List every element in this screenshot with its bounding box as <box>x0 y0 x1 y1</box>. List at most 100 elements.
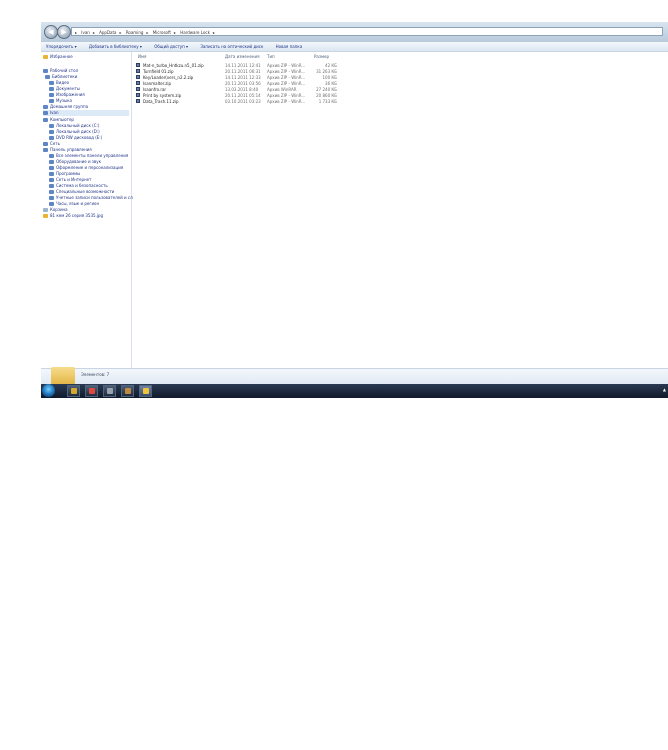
nav-item-label: Библиотеки <box>52 74 78 79</box>
new-folder-button[interactable]: Новая папка <box>276 44 303 49</box>
nav-item-label: Учетные записи пользователей и сл <box>56 195 133 200</box>
nav-item-label: Избранное <box>50 54 73 59</box>
desktop-icon <box>43 69 48 73</box>
archive-icon <box>136 81 140 85</box>
documents-icon <box>49 87 54 91</box>
nav-item-label: Ivan <box>50 110 59 115</box>
nav-item-label: Локальный диск (D:) <box>56 129 100 134</box>
nav-item-label: Все элементы панели управления <box>56 153 129 158</box>
add-to-library-button[interactable]: Добавить в библиотеку ▾ <box>89 44 142 49</box>
address-bar-row: ◀ ▶ ▸ Ivan ▸ AppData ▸ Roaming ▸ Microsoft ▸… <box>41 22 668 43</box>
taskbar-app-4[interactable] <box>121 385 134 397</box>
accessibility-icon <box>49 190 54 194</box>
app-icon <box>125 388 131 394</box>
network-icon <box>49 178 54 182</box>
app-icon <box>143 388 149 394</box>
command-bar: Упорядочить ▾ Добавить в библиотеку ▾ Об… <box>41 42 668 52</box>
app-icon <box>71 388 77 394</box>
music-icon <box>49 99 54 103</box>
organize-button[interactable]: Упорядочить ▾ <box>46 44 77 49</box>
hardware-icon <box>49 160 54 164</box>
nav-item-label: Программы <box>56 171 81 176</box>
nav-item-label: Оформление и персонализация <box>56 165 124 170</box>
column-header-type[interactable]: Тип <box>267 54 275 60</box>
start-button[interactable] <box>42 384 55 397</box>
nav-item-label: Документы <box>56 86 80 91</box>
tray-arrow[interactable]: ▲ <box>663 387 666 392</box>
breadcrumb-item[interactable]: AppData <box>99 30 116 35</box>
star-icon <box>43 55 48 59</box>
taskbar-explorer[interactable] <box>139 385 152 397</box>
nav-item-label: Сеть <box>50 141 60 146</box>
file-date: 03.10.2011 03:23 <box>225 99 261 104</box>
taskbar-app-1[interactable] <box>67 385 80 397</box>
burn-button[interactable]: Записать на оптический диск <box>200 44 263 49</box>
column-header-name[interactable]: Имя <box>138 54 146 60</box>
nav-item-label: Изображения <box>56 92 85 97</box>
breadcrumb-item[interactable]: Microsoft <box>153 30 171 35</box>
pictures-icon <box>49 93 54 97</box>
archive-icon <box>136 93 140 97</box>
computer-icon <box>43 118 48 122</box>
nav-item[interactable]: Ivan <box>43 110 129 116</box>
folder-icon: ▸ <box>75 30 78 35</box>
libraries-icon <box>45 75 50 79</box>
column-header-date[interactable]: Дата изменения <box>225 54 260 60</box>
personalization-icon <box>49 166 54 170</box>
programs-icon <box>49 172 54 176</box>
homegroup-icon <box>43 105 48 109</box>
back-button[interactable]: ◀ <box>44 25 58 39</box>
item-count: Элементов: 7 <box>81 372 110 377</box>
folder-icon <box>51 367 75 385</box>
drive-icon <box>49 124 54 128</box>
file-size: 1 733 КБ <box>318 99 337 104</box>
nav-item-label: Домашняя группа <box>50 104 89 109</box>
file-row[interactable]: Data_Trash.11.zip 03.10.2011 03:23 Архив Z… <box>136 99 346 105</box>
navigation-pane: Избранное Рабочий стол Библиотеки Видео Доку… <box>41 52 133 368</box>
forward-button[interactable]: ▶ <box>57 25 71 39</box>
nav-item-label: Локальный диск (C:) <box>56 123 100 128</box>
nav-item[interactable]: 81 кем 26 серия 3535.jpg <box>43 213 129 219</box>
taskbar: ▲ <box>41 384 668 398</box>
network-icon <box>43 142 48 146</box>
archive-icon <box>136 63 140 67</box>
file-name: Data_Trash.11.zip <box>143 99 179 104</box>
archive-icon <box>136 75 140 79</box>
control-panel-icon <box>49 154 54 158</box>
control-panel-icon <box>43 148 48 152</box>
nav-item-label: Рабочий стол <box>50 68 79 73</box>
breadcrumb-item[interactable]: Roaming <box>126 30 144 35</box>
taskbar-app-3[interactable] <box>103 385 116 397</box>
explorer-window: ◀ ▶ ▸ Ivan ▸ AppData ▸ Roaming ▸ Microsoft ▸… <box>41 22 668 398</box>
drive-icon <box>49 130 54 134</box>
breadcrumb-item[interactable]: Ivan <box>81 30 90 35</box>
security-icon <box>49 184 54 188</box>
app-icon <box>89 388 95 394</box>
column-header-size[interactable]: Размер <box>314 54 329 60</box>
nav-item-label: Сеть и Интернет <box>56 177 92 182</box>
nav-item-label: Корзина <box>50 207 68 212</box>
nav-item-label: Музыка <box>56 98 72 103</box>
clock-icon <box>49 202 54 206</box>
taskbar-chrome[interactable] <box>85 385 98 397</box>
archive-icon <box>136 69 140 73</box>
user-folder-icon <box>43 111 48 115</box>
address-bar[interactable]: ▸ Ivan ▸ AppData ▸ Roaming ▸ Microsoft ▸ Har… <box>71 27 663 36</box>
nav-item-label: 81 кем 26 серия 3535.jpg <box>50 213 104 218</box>
dvd-icon <box>49 136 54 140</box>
nav-item-label: Система и безопасность <box>56 183 108 188</box>
users-icon <box>49 196 54 200</box>
nav-item-label: Видео <box>56 80 70 85</box>
video-icon <box>49 81 54 85</box>
share-button[interactable]: Общий доступ ▾ <box>154 44 188 49</box>
file-type: Архив ZIP - WinR... <box>267 99 306 104</box>
archive-icon <box>136 87 140 91</box>
nav-item-label: Компьютер <box>50 117 74 122</box>
details-pane: Элементов: 7 <box>41 367 668 385</box>
breadcrumb-item[interactable]: Hardware Lock <box>180 30 210 35</box>
app-icon <box>107 388 113 394</box>
arrow-left-icon: ◀ <box>48 28 54 36</box>
nav-item-label: Оборудование и звук <box>56 159 102 164</box>
archive-icon <box>136 99 140 103</box>
nav-item[interactable]: Избранное <box>43 54 129 60</box>
